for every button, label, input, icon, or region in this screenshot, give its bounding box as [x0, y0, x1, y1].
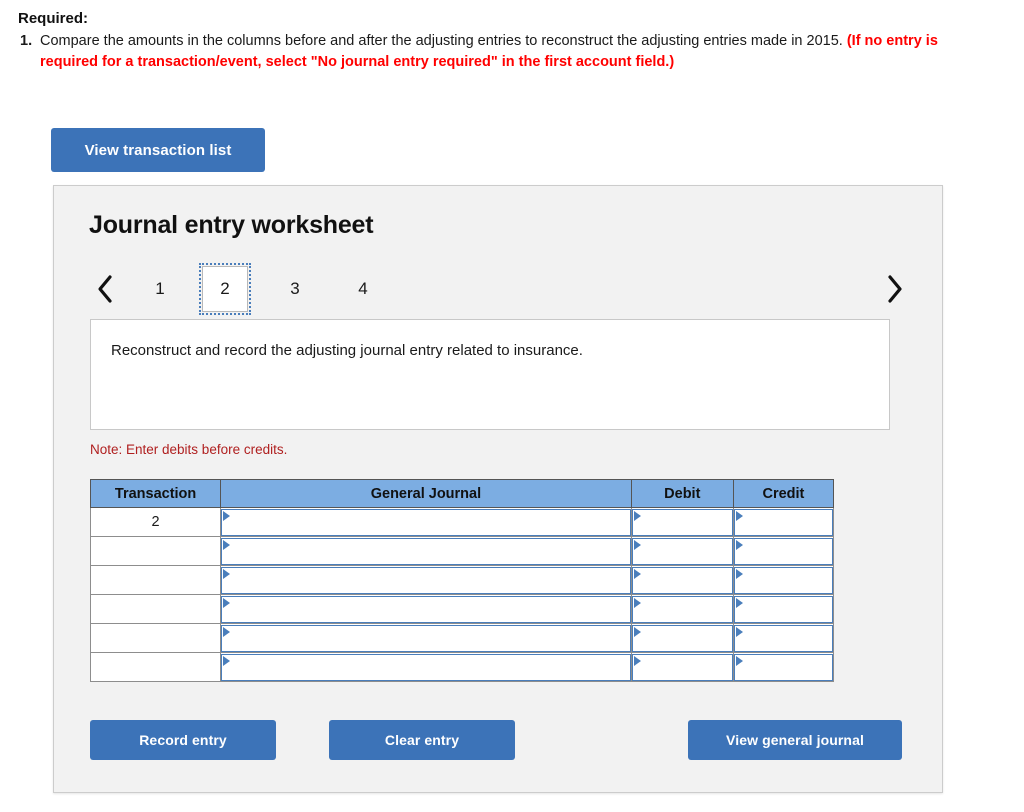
worksheet-tabstrip: 1 2 3 4: [86, 263, 914, 317]
credit-input[interactable]: [733, 624, 833, 652]
cell-credit[interactable]: [732, 594, 835, 624]
column-header-transaction: Transaction: [89, 479, 222, 508]
required-item-number: 1.: [20, 33, 33, 49]
column-header-debit: Debit: [630, 479, 734, 508]
credit-input[interactable]: [733, 508, 833, 536]
cell-transaction: [89, 652, 222, 682]
chevron-right-icon[interactable]: [876, 263, 914, 315]
required-text-plain: Compare the amounts in the columns befor…: [40, 33, 847, 49]
table-row: [89, 565, 835, 595]
cell-credit[interactable]: [732, 652, 835, 682]
cell-credit[interactable]: [732, 565, 835, 595]
cell-general-journal[interactable]: [220, 507, 632, 537]
cell-debit[interactable]: [630, 565, 734, 595]
worksheet-tab-3[interactable]: 3: [272, 266, 318, 312]
cell-general-journal[interactable]: [220, 652, 632, 682]
cell-debit[interactable]: [630, 507, 734, 537]
cell-transaction: [89, 623, 222, 653]
cell-credit[interactable]: [732, 507, 835, 537]
table-row: 2: [89, 507, 835, 537]
required-item-1: 1. Compare the amounts in the columns be…: [18, 31, 948, 73]
journal-entry-worksheet-card: Journal entry worksheet 1 2 3 4 Reconstr…: [53, 185, 943, 793]
debit-input[interactable]: [631, 595, 733, 623]
table-row: [89, 623, 835, 653]
general-journal-select[interactable]: [221, 537, 631, 565]
cell-debit[interactable]: [630, 594, 734, 624]
table-row: [89, 652, 835, 682]
worksheet-title: Journal entry worksheet: [89, 211, 374, 239]
clear-entry-button[interactable]: Clear entry: [329, 720, 515, 760]
table-row: [89, 594, 835, 624]
cell-transaction: [89, 594, 222, 624]
table-header-row: Transaction General Journal Debit Credit: [89, 479, 835, 508]
debit-input[interactable]: [631, 508, 733, 536]
required-heading: Required:: [18, 10, 89, 27]
cell-credit[interactable]: [732, 623, 835, 653]
record-entry-button[interactable]: Record entry: [90, 720, 276, 760]
cell-debit[interactable]: [630, 623, 734, 653]
debit-input[interactable]: [631, 624, 733, 652]
debit-input[interactable]: [631, 566, 733, 594]
worksheet-tab-1[interactable]: 1: [137, 266, 183, 312]
worksheet-tab-4[interactable]: 4: [340, 266, 386, 312]
cell-credit[interactable]: [732, 536, 835, 566]
table-row: [89, 536, 835, 566]
worksheet-tab-2[interactable]: 2: [199, 263, 251, 315]
cell-transaction: 2: [89, 507, 222, 537]
view-transaction-list-button[interactable]: View transaction list: [51, 128, 265, 172]
debit-input[interactable]: [631, 537, 733, 565]
debit-input[interactable]: [631, 653, 733, 681]
cell-general-journal[interactable]: [220, 594, 632, 624]
view-general-journal-button[interactable]: View general journal: [688, 720, 902, 760]
general-journal-select[interactable]: [221, 508, 631, 536]
cell-transaction: [89, 536, 222, 566]
instruction-text: Reconstruct and record the adjusting jou…: [111, 342, 583, 359]
cell-general-journal[interactable]: [220, 623, 632, 653]
credit-input[interactable]: [733, 595, 833, 623]
general-journal-select[interactable]: [221, 624, 631, 652]
general-journal-select[interactable]: [221, 653, 631, 681]
required-item-text: Compare the amounts in the columns befor…: [40, 31, 948, 73]
credit-input[interactable]: [733, 653, 833, 681]
cell-transaction: [89, 565, 222, 595]
chevron-left-icon[interactable]: [86, 263, 124, 315]
general-journal-select[interactable]: [221, 566, 631, 594]
column-header-general-journal: General Journal: [220, 479, 632, 508]
credit-input[interactable]: [733, 566, 833, 594]
debits-before-credits-note: Note: Enter debits before credits.: [90, 442, 288, 457]
required-block: Required: 1. Compare the amounts in the …: [18, 10, 948, 73]
journal-entry-table: Transaction General Journal Debit Credit…: [89, 479, 835, 682]
instruction-panel: Reconstruct and record the adjusting jou…: [90, 319, 890, 430]
cell-debit[interactable]: [630, 536, 734, 566]
cell-debit[interactable]: [630, 652, 734, 682]
cell-general-journal[interactable]: [220, 536, 632, 566]
cell-general-journal[interactable]: [220, 565, 632, 595]
column-header-credit: Credit: [732, 479, 835, 508]
general-journal-select[interactable]: [221, 595, 631, 623]
credit-input[interactable]: [733, 537, 833, 565]
